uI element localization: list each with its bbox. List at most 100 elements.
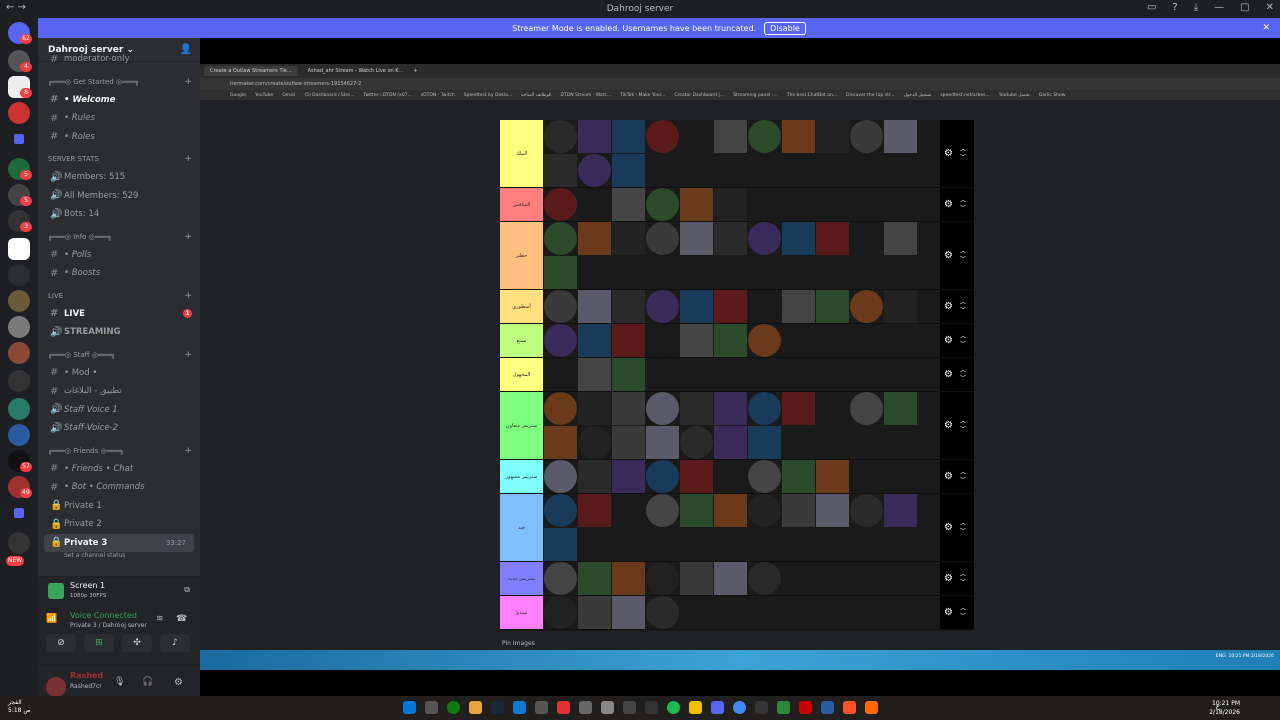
disconnect-icon[interactable]: ☎ <box>176 614 187 624</box>
streamer-logo[interactable] <box>544 358 577 391</box>
new-tab-icon[interactable]: + <box>413 68 417 74</box>
prayer-time-widget[interactable]: الفجر 5:18 ص <box>8 699 31 715</box>
streamer-logo[interactable] <box>646 188 679 221</box>
app-icon[interactable] <box>821 701 834 714</box>
headphones-icon[interactable]: 🎧 <box>142 677 153 687</box>
streamer-logo[interactable] <box>544 324 577 357</box>
reorder-arrows-icon[interactable]: ︿ ﹀ <box>960 418 966 434</box>
app-icon[interactable] <box>579 701 592 714</box>
category-get-started[interactable]: ╔═══◎ Get Started ◎═══╗ + <box>38 73 200 91</box>
help-icon[interactable]: ? <box>1172 2 1177 13</box>
streamer-logo[interactable] <box>714 120 747 153</box>
close-button[interactable]: ✕ <box>1266 2 1274 13</box>
streamer-logo[interactable] <box>612 324 645 357</box>
spotify-icon[interactable] <box>667 701 680 714</box>
streamer-logo[interactable] <box>544 290 577 323</box>
streamer-logo[interactable] <box>646 222 679 255</box>
streamer-logo[interactable] <box>544 392 577 425</box>
discord-icon[interactable] <box>711 701 724 714</box>
streamer-logo[interactable] <box>544 562 577 595</box>
gear-icon[interactable]: ⚙ <box>944 301 953 312</box>
streamer-logo[interactable] <box>578 596 611 629</box>
add-icon[interactable]: + <box>184 154 192 164</box>
streamer-logo[interactable] <box>646 562 679 595</box>
streamer-logo[interactable] <box>578 120 611 153</box>
add-icon[interactable]: + <box>184 77 192 87</box>
channel-members[interactable]: 🔊 Members: 515 <box>38 168 200 187</box>
streamer-logo[interactable] <box>714 426 747 459</box>
browser-tab[interactable]: Ashad_ahr Stream - Watch Live on K... <box>301 66 410 76</box>
reorder-arrows-icon[interactable]: ︿ ﹀ <box>960 367 966 383</box>
streamer-logo[interactable] <box>748 120 781 153</box>
pin-images-label[interactable]: Pin Images <box>502 640 535 647</box>
streamer-logo[interactable] <box>782 120 815 153</box>
streamer-logo[interactable] <box>782 494 815 527</box>
reorder-arrows-icon[interactable]: ︿ ﹀ <box>960 146 966 162</box>
tier-label[interactable]: ستريمر مشهور <box>500 460 543 493</box>
popout-icon[interactable]: ⧉ <box>184 585 190 595</box>
taskbar-clock[interactable]: 10:21 PM 2/18/2026 <box>1209 699 1240 717</box>
reorder-arrows-icon[interactable]: ︿ ﹀ <box>960 248 966 264</box>
streamer-logo[interactable] <box>680 392 713 425</box>
streamer-logo[interactable] <box>612 460 645 493</box>
streamer-logo[interactable] <box>782 290 815 323</box>
server-icon[interactable] <box>8 264 30 286</box>
channel-streaming[interactable]: 🔊 STREAMING <box>38 323 200 342</box>
tier-label[interactable]: المنافس <box>500 188 543 221</box>
bookmark[interactable]: (5) Dashboard / Stre... <box>304 93 354 98</box>
channel-roles[interactable]: # • Roles <box>38 128 200 147</box>
streamer-logo[interactable] <box>680 426 713 459</box>
streamer-logo[interactable] <box>578 460 611 493</box>
voice-location[interactable]: Private 3 / Dahrooj server <box>70 622 147 629</box>
channel-private-3[interactable]: 🔒 Private 3 33:27 <box>44 533 194 552</box>
streamer-logo[interactable] <box>646 494 679 527</box>
streamer-logo[interactable] <box>578 494 611 527</box>
soundboard-icon[interactable]: ♪ <box>160 634 190 652</box>
streamer-logo[interactable] <box>714 324 747 357</box>
activities-icon[interactable]: ✣ <box>122 634 152 652</box>
streamer-logo[interactable] <box>680 460 713 493</box>
streamer-logo[interactable] <box>748 324 781 357</box>
server-icon[interactable] <box>8 370 30 392</box>
streamer-logo[interactable] <box>884 120 917 153</box>
search-icon[interactable] <box>425 701 438 714</box>
app-icon[interactable] <box>755 701 768 714</box>
folder-icon[interactable] <box>14 508 24 518</box>
streamer-logo[interactable] <box>646 460 679 493</box>
voice-status[interactable]: Voice Connected <box>70 611 137 620</box>
tier-label[interactable]: مبتدئ <box>500 596 543 629</box>
gear-icon[interactable]: ⚙ <box>944 420 953 431</box>
tier-label[interactable]: ستريمر متعاون <box>500 392 543 459</box>
server-icon[interactable] <box>8 290 30 312</box>
reorder-arrows-icon[interactable]: ︿ ﹀ <box>960 605 966 621</box>
gear-icon[interactable]: ⚙ <box>944 369 953 380</box>
streamer-logo[interactable] <box>816 392 849 425</box>
channel-bot-commands[interactable]: # • Bot • Commands <box>38 478 200 497</box>
steam-icon[interactable] <box>491 701 504 714</box>
file-explorer-icon[interactable] <box>469 701 482 714</box>
streamer-logo[interactable] <box>612 392 645 425</box>
screen-share-icon[interactable]: ⊞ <box>84 634 114 652</box>
add-icon[interactable]: + <box>184 232 192 242</box>
streamer-logo[interactable] <box>884 290 917 323</box>
bookmark[interactable]: Creator Dashboard |... <box>674 93 724 98</box>
channel-private-1[interactable]: 🔒 Private 1 <box>38 497 200 516</box>
noise-suppression-icon[interactable]: ≋ <box>156 614 164 624</box>
user-tag[interactable]: Rashed7cr <box>70 683 102 690</box>
bookmark[interactable]: Streaming panel -... <box>733 93 778 98</box>
channel-bots[interactable]: 🔊 Bots: 14 <box>38 205 200 224</box>
app-icon[interactable] <box>557 701 570 714</box>
app-icon[interactable] <box>623 701 636 714</box>
streamer-logo[interactable] <box>714 460 747 493</box>
streamer-logo[interactable] <box>714 222 747 255</box>
streamer-logo[interactable] <box>612 426 645 459</box>
add-icon[interactable]: + <box>184 291 192 301</box>
minimize-button[interactable]: — <box>1214 2 1224 13</box>
streamer-logo[interactable] <box>578 358 611 391</box>
streamer-logo[interactable] <box>612 120 645 153</box>
streamer-logo[interactable] <box>850 290 883 323</box>
streamer-logo[interactable] <box>578 426 611 459</box>
streamer-logo[interactable] <box>578 392 611 425</box>
bookmark[interactable]: Discover the top str... <box>846 93 894 98</box>
streamer-logo[interactable] <box>544 494 577 527</box>
